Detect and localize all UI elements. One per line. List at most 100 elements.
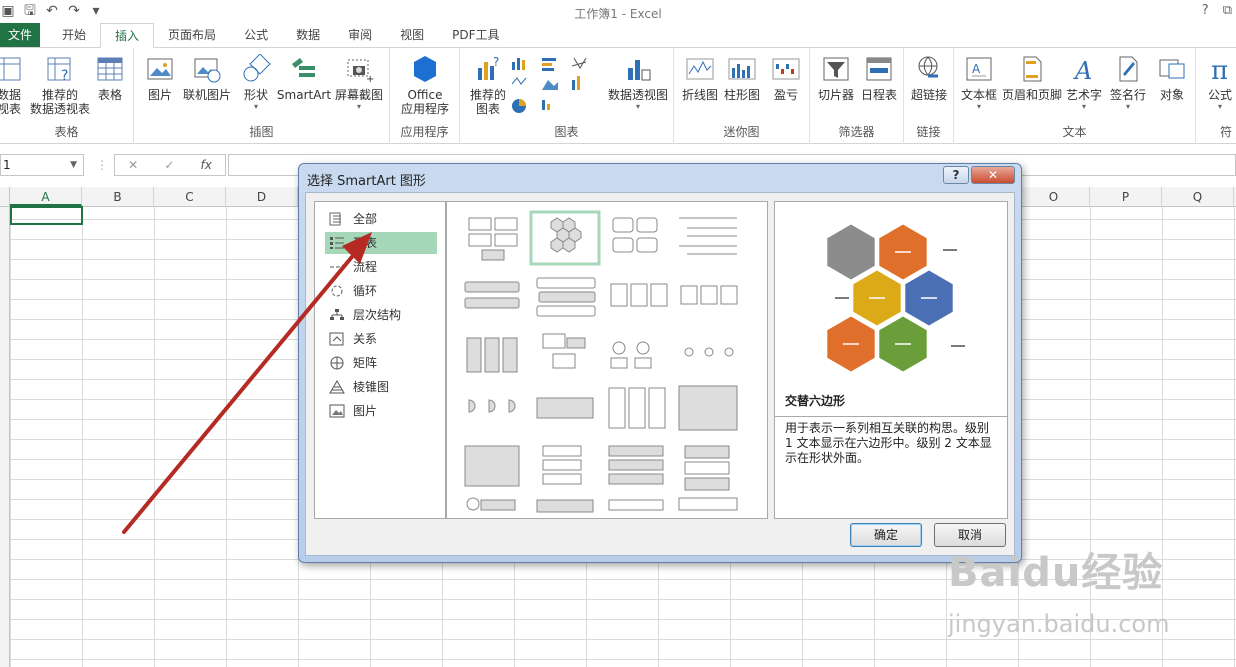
object-button[interactable]: 对象 (1152, 54, 1192, 102)
group-links: 超链接 链接 (904, 48, 954, 144)
layout-thumbnail-hexagon[interactable] (550, 217, 582, 253)
pivot-table-button[interactable]: 数据 视表 (0, 54, 24, 116)
group-label-tables: 表格 (54, 125, 79, 139)
column-header[interactable]: C (154, 187, 226, 206)
category-cycle[interactable]: 循环 (325, 280, 437, 302)
shapes-button[interactable]: 形状 ▾ (238, 54, 274, 112)
active-cell[interactable] (10, 206, 83, 225)
tab-insert[interactable]: 插入 (100, 23, 155, 48)
column-header[interactable]: D (226, 187, 298, 206)
group-symbols: π 公式 ▾ 符 (1196, 48, 1236, 144)
table-button[interactable]: 表格 (94, 54, 126, 102)
smartart-button[interactable]: SmartArt (276, 54, 332, 102)
layout-thumbnail[interactable] (612, 217, 658, 253)
sparkline-column-button[interactable]: 柱形图 (722, 54, 762, 102)
category-hierarchy[interactable]: 层次结构 (325, 304, 437, 326)
wordart-button[interactable]: A 艺术字 ▾ (1064, 54, 1104, 112)
layout-thumbnail[interactable] (679, 217, 737, 255)
category-all[interactable]: 全部 (325, 208, 437, 230)
layout-thumbnail[interactable] (536, 277, 596, 317)
layout-thumbnail[interactable] (466, 337, 518, 373)
layout-description: 用于表示一系列相互关联的构思。级别 1 文本显示在六边形中。级别 2 文本显示在… (775, 416, 1007, 518)
layout-thumbnail[interactable] (466, 497, 516, 511)
office-apps-button[interactable]: Office 应用程序 (394, 54, 456, 116)
screenshot-button[interactable]: + 屏幕截图 ▾ (332, 54, 386, 112)
name-box[interactable]: 1 ▼ (0, 154, 84, 176)
layout-thumbnail[interactable] (464, 445, 520, 487)
layout-thumbnail[interactable] (464, 281, 520, 309)
layout-thumbnail[interactable] (684, 445, 730, 491)
recommended-pivot-button[interactable]: ? 推荐的 数据透视表 (30, 54, 90, 116)
layout-thumbnail[interactable] (684, 347, 734, 357)
tab-view[interactable]: 视图 (386, 23, 438, 47)
cancel-icon[interactable]: ✕ (128, 158, 138, 172)
column-header[interactable]: A (10, 187, 82, 206)
layout-thumbnail[interactable] (536, 397, 594, 419)
signature-line-button[interactable]: 签名行 ▾ (1106, 54, 1150, 112)
watermark-url: jingyan.baidu.com (948, 610, 1170, 638)
insert-function-icon[interactable]: fx (201, 158, 212, 172)
layout-thumbnail[interactable] (468, 399, 516, 413)
sparkline-winloss-button[interactable]: 盈亏 (766, 54, 806, 102)
online-pictures-button[interactable]: 联机图片 (180, 54, 234, 102)
column-header[interactable]: Q (1162, 187, 1234, 206)
table-icon (97, 57, 123, 81)
svg-text:π: π (1211, 56, 1228, 84)
category-relationship[interactable]: 关系 (325, 328, 437, 350)
layout-thumbnail[interactable] (542, 333, 586, 369)
layout-thumbnail[interactable] (610, 341, 652, 369)
help-icon[interactable]: ? (1202, 3, 1209, 18)
layout-thumbnail[interactable] (678, 497, 738, 511)
dialog-close-button[interactable]: ✕ (971, 166, 1015, 184)
layout-thumbnail[interactable] (680, 285, 738, 305)
layout-thumbnail[interactable] (608, 445, 664, 485)
tab-page-layout[interactable]: 页面布局 (154, 23, 230, 47)
enter-icon[interactable]: ✓ (164, 158, 174, 172)
tab-pdf-tools[interactable]: PDF工具 (438, 23, 513, 47)
relationship-icon (329, 332, 344, 346)
tab-home[interactable]: 开始 (48, 23, 100, 47)
layout-gallery: ▲ ▼ (446, 201, 768, 519)
dialog-body: 全部 列表 流程 循环 层次结构 关系 矩阵 棱锥图 图片 交替六边形 用于表示… (305, 192, 1015, 556)
tab-formulas[interactable]: 公式 (230, 23, 282, 47)
select-all-corner[interactable] (0, 187, 10, 206)
category-picture[interactable]: 图片 (325, 400, 437, 422)
tab-review[interactable]: 审阅 (334, 23, 386, 47)
layout-thumbnail[interactable] (678, 385, 738, 431)
timeline-button[interactable]: 日程表 (858, 54, 900, 102)
tab-file[interactable]: 文件 (0, 23, 41, 47)
column-header[interactable]: O (1018, 187, 1090, 206)
layout-thumbnail[interactable] (610, 283, 668, 307)
watermark-logo: Baidu经验 (948, 550, 1164, 596)
header-footer-button[interactable]: 页眉和页脚 (1002, 54, 1062, 102)
row-headers[interactable] (0, 207, 10, 667)
slicer-button[interactable]: 切片器 (816, 54, 856, 102)
pivot-chart-button[interactable]: 数据透视图 ▾ (606, 54, 670, 112)
ribbon-display-icon[interactable]: ⧉ (1223, 3, 1232, 18)
column-header[interactable]: B (82, 187, 154, 206)
layout-thumbnail[interactable] (468, 217, 518, 261)
category-pyramid[interactable]: 棱锥图 (325, 376, 437, 398)
column-header[interactable]: P (1090, 187, 1162, 206)
hyperlink-button[interactable]: 超链接 (908, 54, 950, 102)
category-matrix[interactable]: 矩阵 (325, 352, 437, 374)
dialog-help-button[interactable]: ? (943, 166, 969, 184)
picture-icon (329, 404, 345, 418)
category-list-item[interactable]: 列表 (325, 232, 437, 254)
recommended-charts-button[interactable]: ? 推荐的 图表 (464, 54, 512, 116)
layout-thumbnail[interactable] (542, 445, 582, 485)
layout-thumbnail[interactable] (536, 499, 594, 513)
pictures-button[interactable]: 图片 (142, 54, 178, 102)
pivot-table-icon (0, 57, 21, 81)
layout-thumbnail[interactable] (608, 387, 666, 429)
group-label-apps: 应用程序 (400, 125, 449, 139)
ok-button[interactable]: 确定 (850, 523, 922, 547)
textbox-button[interactable]: A 文本框 ▾ (958, 54, 1000, 112)
chevron-down-icon[interactable]: ▼ (70, 155, 77, 175)
sparkline-line-button[interactable]: 折线图 (680, 54, 720, 102)
equation-button[interactable]: π 公式 ▾ (1200, 54, 1236, 112)
chart-types-grid[interactable] (512, 54, 602, 118)
category-process[interactable]: 流程 (325, 256, 437, 278)
tab-data[interactable]: 数据 (282, 23, 334, 47)
layout-thumbnail[interactable] (608, 499, 664, 511)
